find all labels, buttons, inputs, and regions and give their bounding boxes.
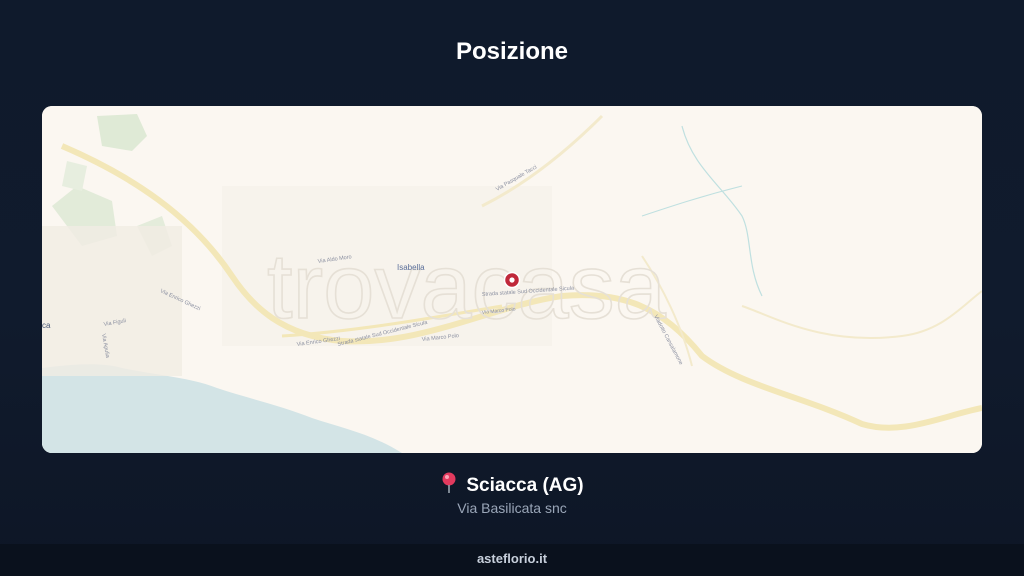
map-watermark: trovacasa xyxy=(267,236,667,338)
map-canvas[interactable]: trovacasa Isabella Via Aldo Moro Via Pas… xyxy=(42,106,982,453)
footer-site[interactable]: asteflorio.it xyxy=(0,544,1024,576)
location-city: Sciacca (AG) xyxy=(0,472,1024,497)
map-label-place: ca xyxy=(42,321,51,330)
map-label-place: Isabella xyxy=(397,263,425,272)
round-pushpin-icon xyxy=(440,472,458,494)
location-city-label: Sciacca (AG) xyxy=(466,475,584,496)
page-title: Posizione xyxy=(455,38,569,65)
map-view[interactable]: trovacasa Isabella Via Aldo Moro Via Pas… xyxy=(42,106,982,453)
map-location-marker[interactable] xyxy=(503,271,521,289)
location-address: Via Basilicata snc xyxy=(457,500,567,516)
map-urban-area xyxy=(42,226,182,376)
